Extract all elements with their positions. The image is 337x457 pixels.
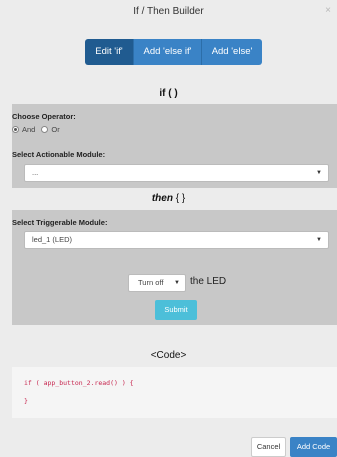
triggerable-module-select[interactable]: led_1 (LED) ▼ [24, 231, 329, 249]
tab-edit-if[interactable]: Edit 'if' [85, 39, 134, 65]
radio-or[interactable] [41, 126, 49, 133]
led-action-select[interactable]: Turn off ▼ [128, 274, 186, 292]
actionable-module-label: Select Actionable Module: [12, 150, 106, 159]
radio-and[interactable] [12, 126, 19, 133]
led-action-value: Turn off [138, 278, 164, 287]
code-line: if ( app_button_2.read() ) { [24, 379, 134, 387]
operator-radio-group: And Or [12, 125, 66, 134]
tab-group: Edit 'if' Add 'else if' Add 'else' [85, 39, 262, 65]
code-line: } [24, 397, 28, 405]
triggerable-module-label: Select Triggerable Module: [12, 218, 108, 227]
code-heading: <Code> [150, 350, 187, 361]
actionable-module-select[interactable]: ... ▼ [24, 164, 329, 182]
if-then-builder-dialog: If / Then Builder × Edit 'if' Add 'else … [0, 0, 337, 457]
triggerable-module-value: led_1 (LED) [32, 235, 73, 244]
dialog-header: If / Then Builder × [0, 0, 337, 26]
submit-button[interactable]: Submit [155, 300, 197, 320]
close-icon[interactable]: × [325, 5, 331, 17]
then-braces: { } [175, 193, 186, 204]
if-heading: if ( ) [159, 88, 178, 99]
add-code-button[interactable]: Add Code [290, 437, 337, 457]
led-action-suffix: the LED [190, 276, 227, 287]
chevron-down-icon: ▼ [316, 170, 322, 176]
then-keyword: then [151, 193, 173, 204]
radio-and-label: And [22, 125, 36, 134]
radio-or-label: Or [51, 125, 60, 134]
tab-add-else[interactable]: Add 'else' [202, 39, 262, 65]
code-preview: if ( app_button_2.read() ) { } [12, 367, 337, 418]
cancel-button[interactable]: Cancel [251, 437, 286, 457]
then-heading: then { } [0, 193, 337, 204]
dialog-title: If / Then Builder [133, 6, 204, 17]
tab-add-else-if[interactable]: Add 'else if' [134, 39, 202, 65]
actionable-module-value: ... [32, 168, 39, 177]
chevron-down-icon: ▼ [174, 280, 180, 286]
operator-label: Choose Operator: [12, 112, 76, 121]
chevron-down-icon: ▼ [316, 237, 322, 243]
